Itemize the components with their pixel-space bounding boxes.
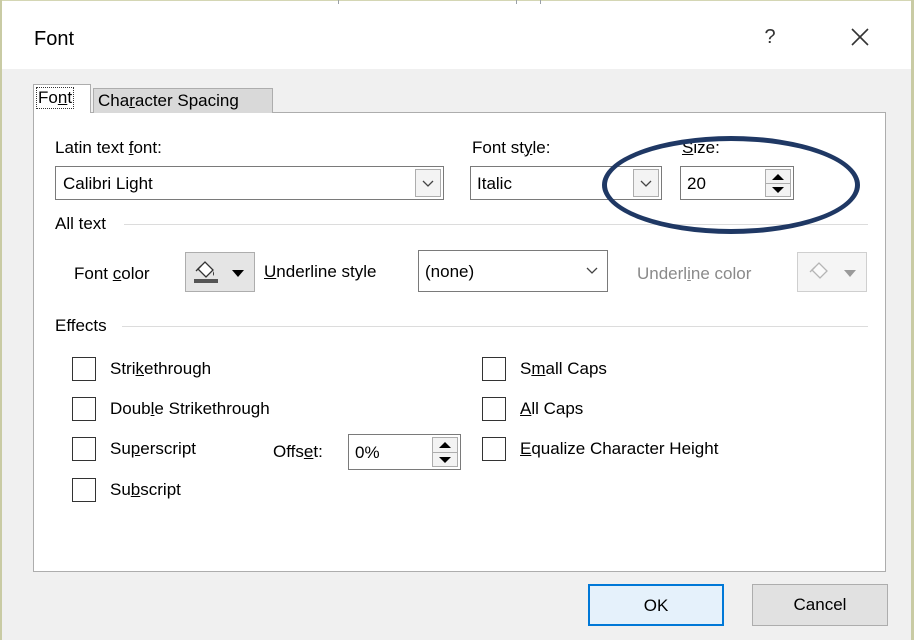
- title-tick: [540, 0, 541, 4]
- underline-style-label: Underline style: [264, 262, 377, 281]
- offset-spinner[interactable]: 0%: [348, 434, 461, 470]
- spin-down-icon: [439, 456, 451, 463]
- all-caps-label: All Caps: [520, 399, 584, 418]
- all-text-group-label: All text: [55, 214, 107, 233]
- offset-value: 0%: [355, 443, 380, 462]
- paint-bucket-icon: [809, 262, 828, 279]
- offset-spin-buttons: [432, 437, 458, 467]
- tab-character-spacing-label: Character Spacing: [98, 91, 239, 110]
- font-color-picker[interactable]: [185, 252, 255, 292]
- strikethrough-label: Strikethrough: [110, 359, 212, 378]
- title-tick: [516, 0, 517, 4]
- font-style-value: Italic: [477, 174, 512, 193]
- double-strikethrough-label: Double Strikethrough: [110, 399, 270, 418]
- latin-font-dropdown-button[interactable]: [415, 169, 441, 197]
- close-button[interactable]: [843, 20, 877, 54]
- help-button[interactable]: ?: [754, 20, 786, 54]
- paint-bucket-icon: [194, 261, 218, 283]
- title-tick: [338, 0, 339, 4]
- close-icon: [851, 28, 869, 46]
- chevron-down-icon: [586, 267, 598, 274]
- ok-button[interactable]: OK: [588, 584, 724, 626]
- effects-separator: [122, 326, 868, 327]
- chevron-down-icon: [232, 270, 244, 277]
- offset-increase-button[interactable]: [433, 438, 457, 452]
- font-style-label: Font style:: [472, 138, 551, 157]
- underline-style-combo[interactable]: (none): [418, 250, 608, 292]
- underline-color-label: Underline color: [637, 264, 752, 283]
- latin-font-combo[interactable]: Calibri Light: [55, 166, 444, 200]
- latin-font-label: Latin text font:: [55, 138, 162, 157]
- spin-up-icon: [439, 442, 451, 448]
- offset-label: Offset:: [273, 442, 323, 461]
- tab-font-label: Font: [35, 87, 75, 109]
- dialog-title: Font: [34, 28, 75, 50]
- subscript-label: Subscript: [110, 480, 181, 499]
- latin-font-value: Calibri Light: [63, 174, 153, 193]
- underline-color-picker[interactable]: [797, 252, 867, 292]
- font-color-label: Font color: [74, 264, 150, 283]
- superscript-label: Superscript: [110, 439, 196, 458]
- effects-group-label: Effects: [55, 316, 107, 335]
- all-caps-checkbox[interactable]: [482, 397, 506, 421]
- offset-decrease-button[interactable]: [433, 452, 457, 466]
- double-strikethrough-checkbox[interactable]: [72, 397, 96, 421]
- highlight-oval-annotation: [602, 136, 860, 234]
- underline-style-dropdown-button[interactable]: [579, 257, 605, 285]
- small-caps-checkbox[interactable]: [482, 357, 506, 381]
- superscript-checkbox[interactable]: [72, 437, 96, 461]
- cancel-button[interactable]: Cancel: [752, 584, 888, 626]
- underline-style-value: (none): [425, 262, 475, 281]
- strikethrough-checkbox[interactable]: [72, 357, 96, 381]
- equalize-height-checkbox[interactable]: [482, 437, 506, 461]
- subscript-checkbox[interactable]: [72, 478, 96, 502]
- equalize-height-label: Equalize Character Height: [520, 439, 719, 458]
- chevron-down-icon: [422, 180, 434, 187]
- chevron-down-icon: [844, 270, 856, 277]
- window-frame-left: [0, 0, 2, 640]
- small-caps-label: Small Caps: [520, 359, 607, 378]
